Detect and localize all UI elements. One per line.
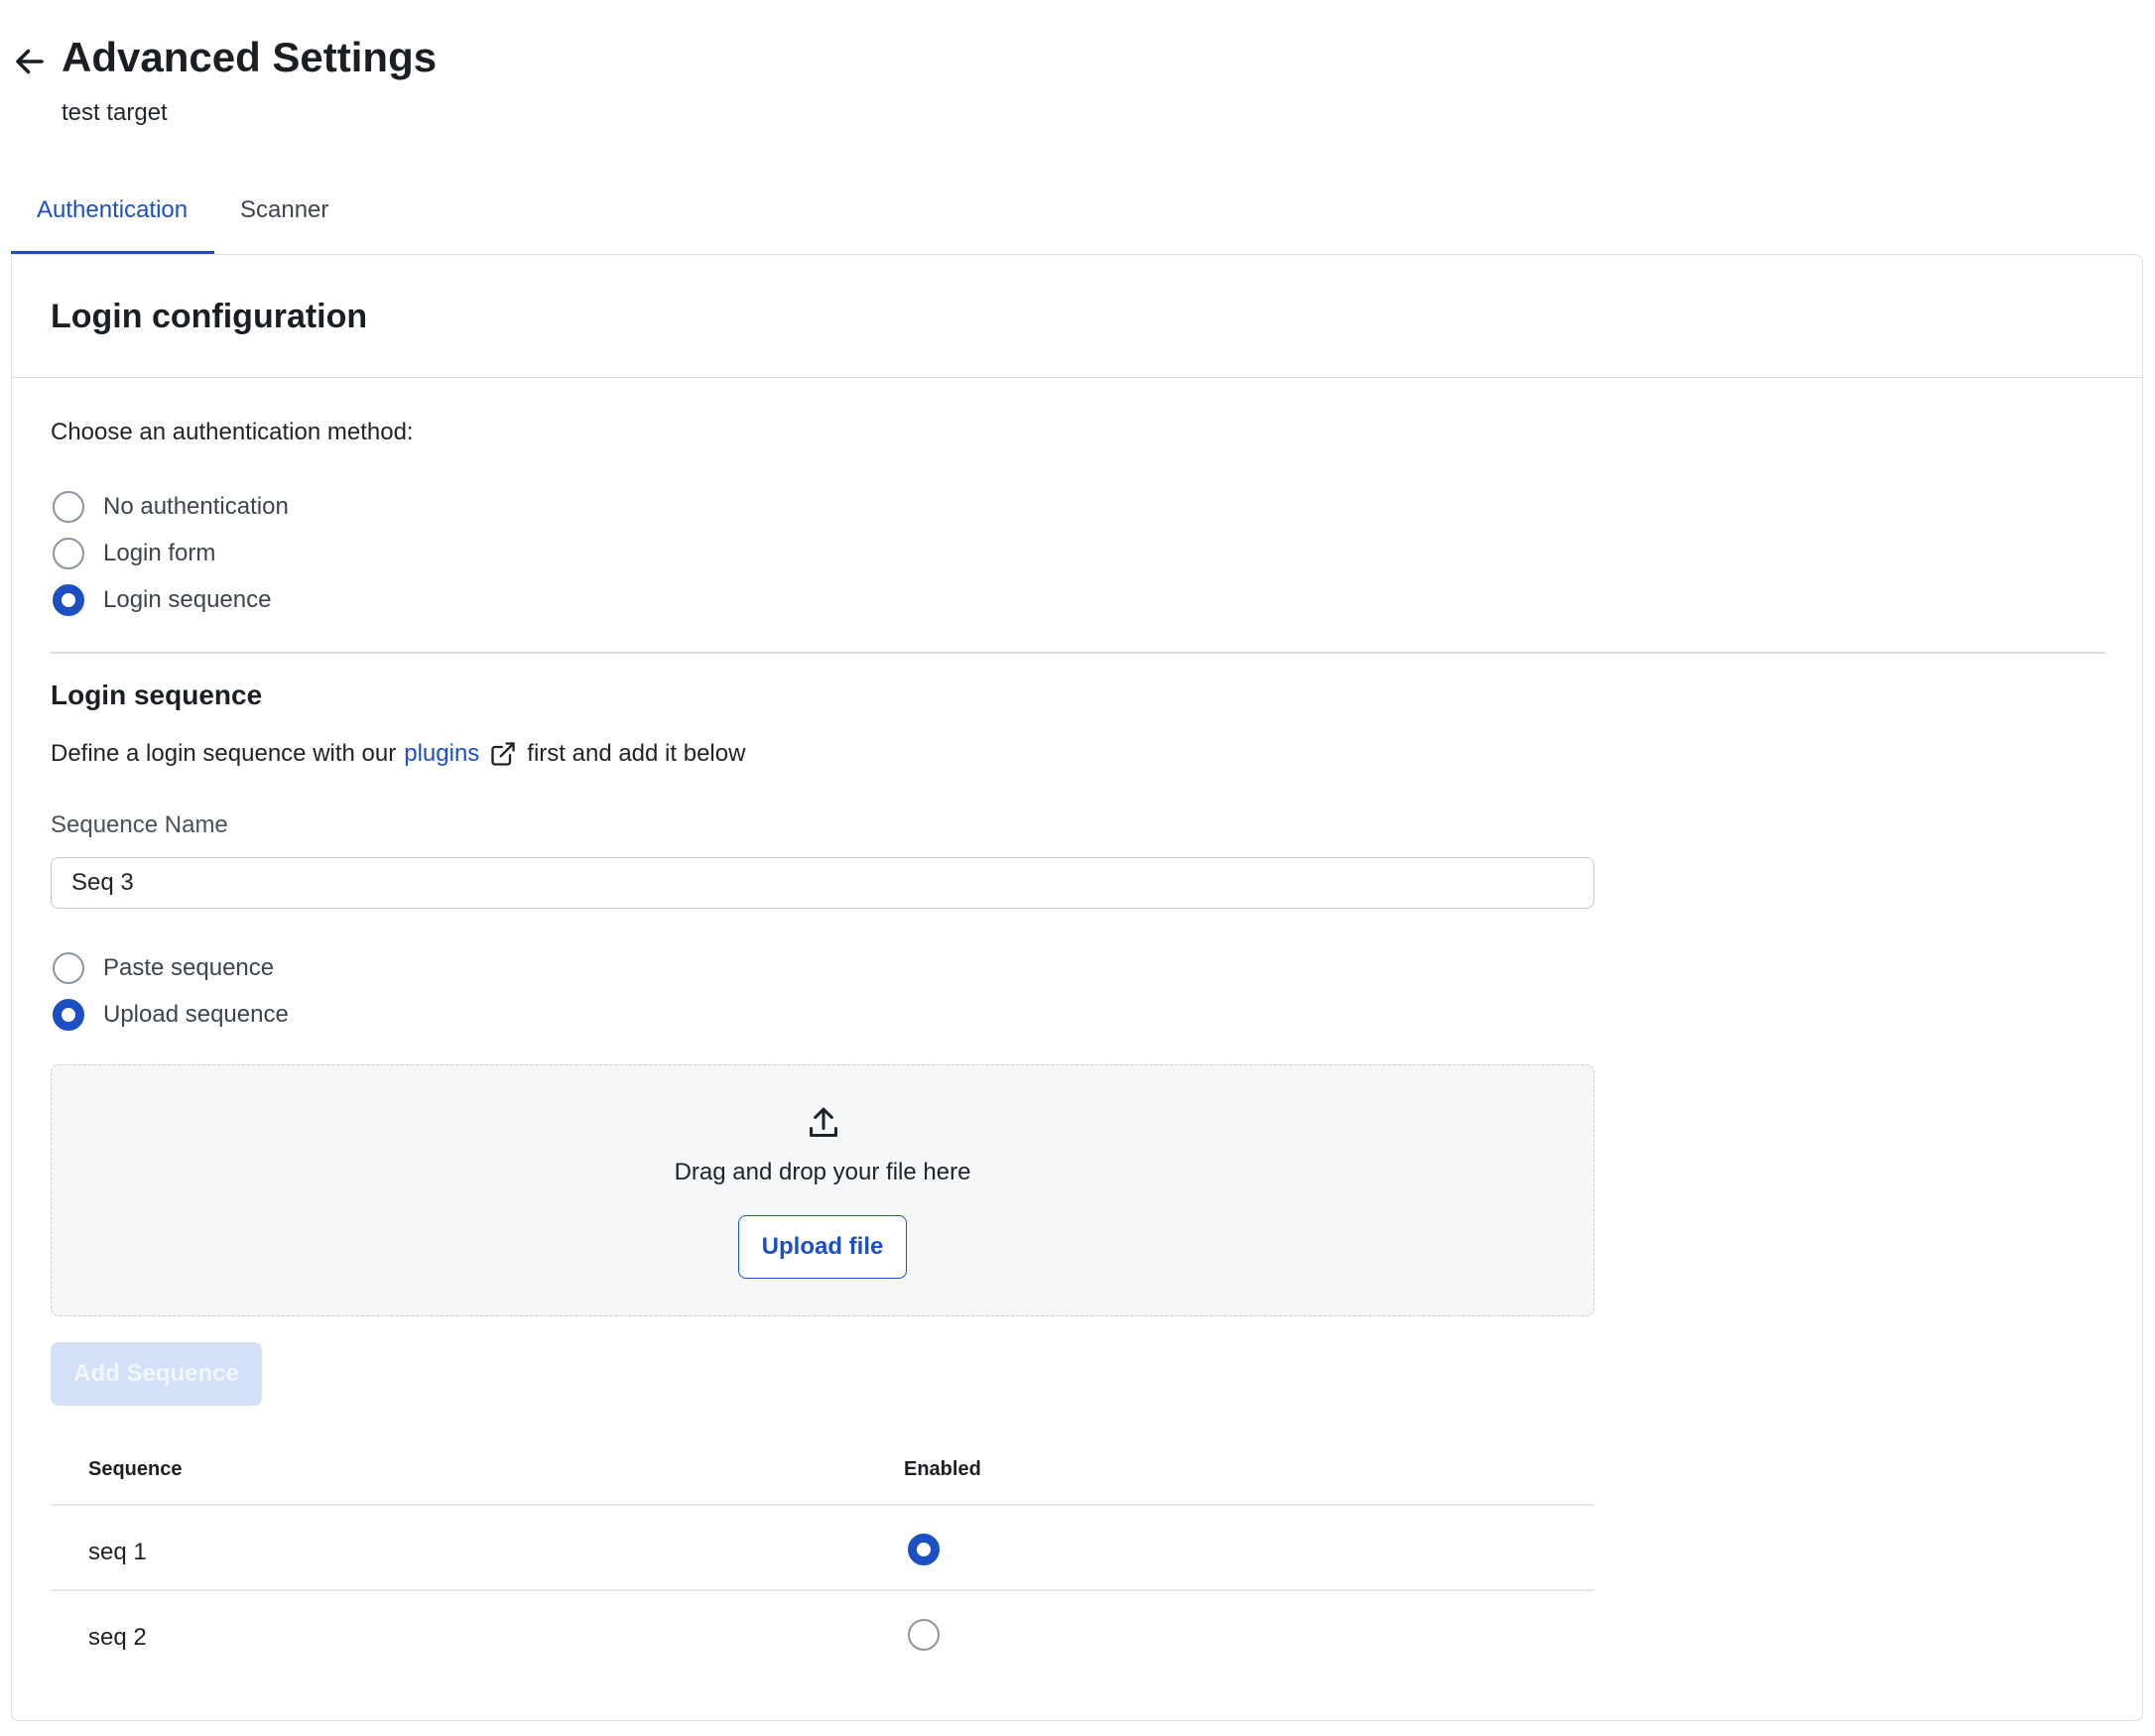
external-link-icon[interactable] [489, 740, 517, 768]
sequence-name-cell: seq 2 [88, 1624, 147, 1651]
tab-bar: Authentication Scanner [11, 177, 328, 255]
section-description: Define a login sequence with our plugins… [51, 738, 745, 770]
radio-button[interactable] [53, 538, 84, 569]
sequence-name-input[interactable] [51, 857, 1594, 909]
upload-file-button[interactable]: Upload file [738, 1215, 907, 1279]
card-title: Login configuration [51, 298, 368, 335]
dropzone-text: Drag and drop your file here [674, 1159, 971, 1185]
radio-button[interactable] [53, 952, 84, 984]
add-sequence-button[interactable]: Add Sequence [51, 1342, 262, 1406]
enabled-radio-selected[interactable] [908, 1534, 940, 1565]
column-header-enabled: Enabled [904, 1458, 981, 1480]
radio-button-selected[interactable] [53, 584, 84, 616]
tab-scanner[interactable]: Scanner [11, 177, 353, 255]
page-title: Advanced Settings [62, 34, 438, 80]
column-header-sequence: Sequence [88, 1458, 183, 1480]
radio-no-authentication[interactable]: No authentication [53, 489, 289, 525]
auth-method-instruction: Choose an authentication method: [51, 419, 414, 445]
file-dropzone[interactable]: Drag and drop your file here Upload file [51, 1064, 1594, 1316]
radio-button[interactable] [53, 491, 84, 523]
section-title: Login sequence [51, 680, 263, 710]
advanced-settings-page: Advanced Settings test target Authentica… [0, 0, 2155, 1736]
enabled-radio[interactable] [908, 1619, 940, 1651]
radio-paste-sequence[interactable]: Paste sequence [53, 950, 274, 986]
radio-label: Upload sequence [103, 1001, 289, 1028]
sequence-name-label: Sequence Name [51, 811, 228, 838]
radio-button-selected[interactable] [53, 999, 84, 1031]
login-configuration-card: Login configuration Choose an authentica… [11, 254, 2143, 1721]
sequence-name-cell: seq 1 [88, 1539, 147, 1565]
table-divider [51, 1504, 1594, 1506]
section-divider [51, 652, 2105, 654]
radio-label: No authentication [103, 493, 289, 520]
plugins-link[interactable]: plugins [404, 738, 479, 770]
description-text: Define a login sequence with our [51, 740, 397, 767]
back-arrow-icon[interactable] [12, 44, 48, 79]
radio-login-sequence[interactable]: Login sequence [53, 582, 271, 618]
description-text-end: first and add it below [527, 740, 746, 767]
radio-label: Login form [103, 540, 216, 566]
upload-icon [810, 1107, 837, 1137]
radio-login-form[interactable]: Login form [53, 536, 215, 571]
page-subtitle: test target [62, 99, 168, 126]
table-divider [51, 1589, 1594, 1591]
radio-upload-sequence[interactable]: Upload sequence [53, 997, 289, 1033]
radio-label: Login sequence [103, 586, 272, 613]
radio-label: Paste sequence [103, 954, 275, 981]
